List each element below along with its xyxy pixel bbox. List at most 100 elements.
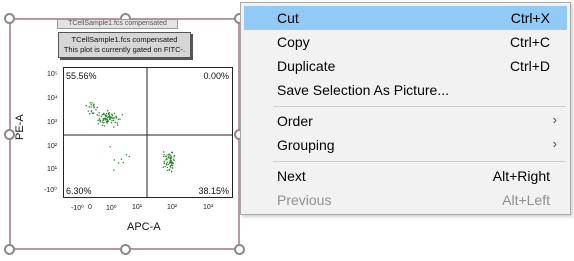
event-dot bbox=[104, 115, 107, 117]
event-dot bbox=[96, 114, 98, 116]
event-dot bbox=[97, 119, 99, 121]
notice-line-2: This plot is currently gated on FITC-. bbox=[63, 45, 186, 54]
menu-item-shortcut: Ctrl+X bbox=[510, 10, 550, 26]
event-dot bbox=[111, 119, 113, 122]
event-dot bbox=[165, 163, 168, 165]
event-dot bbox=[168, 169, 171, 171]
x-tick: 10² bbox=[167, 204, 178, 211]
event-dot bbox=[107, 110, 109, 112]
event-dot bbox=[106, 118, 108, 120]
event-dot bbox=[98, 112, 100, 114]
event-dot bbox=[166, 166, 169, 168]
event-dot bbox=[100, 115, 103, 118]
event-dot bbox=[89, 102, 91, 104]
event-dot bbox=[85, 105, 87, 107]
menu-item-shortcut: Ctrl+D bbox=[509, 58, 550, 74]
x-tick: 0 bbox=[88, 204, 92, 211]
event-dot bbox=[108, 115, 110, 117]
event-dot bbox=[173, 156, 175, 158]
event-dot bbox=[163, 160, 165, 162]
menu-item-label: Copy bbox=[277, 34, 310, 50]
event-dot bbox=[169, 165, 171, 167]
event-dot bbox=[92, 112, 94, 114]
event-dot bbox=[92, 104, 95, 106]
event-dot bbox=[173, 155, 175, 157]
event-dot bbox=[96, 106, 98, 109]
event-dot bbox=[115, 117, 118, 119]
menu-item-copy[interactable]: Copy Ctrl+C bbox=[244, 30, 567, 54]
event-dot bbox=[172, 165, 174, 167]
resize-handle-top-left[interactable] bbox=[4, 13, 15, 24]
plot-header-text: TCellSample1.fcs compensated bbox=[57, 19, 178, 29]
menu-item-next[interactable]: Next Alt+Right bbox=[244, 164, 567, 188]
event-dot bbox=[128, 155, 131, 158]
event-dot bbox=[91, 102, 93, 104]
y-tick: 10¹ bbox=[47, 166, 58, 173]
event-dot bbox=[108, 113, 110, 115]
menu-item-grouping[interactable]: Grouping › bbox=[244, 133, 567, 157]
event-dot bbox=[171, 171, 173, 173]
event-dot bbox=[170, 167, 172, 169]
y-axis-title: PE-A bbox=[14, 114, 26, 140]
notice-line-1: TCellSample1.fcs compensated bbox=[71, 35, 178, 44]
event-dot bbox=[98, 114, 100, 117]
event-dot bbox=[106, 122, 108, 124]
event-dot bbox=[110, 121, 113, 124]
resize-handle-bottom-right[interactable] bbox=[234, 244, 245, 255]
chevron-right-icon: › bbox=[552, 136, 557, 151]
event-dot bbox=[111, 113, 113, 115]
event-dot bbox=[109, 117, 111, 120]
event-dot bbox=[167, 154, 169, 156]
event-dot bbox=[169, 154, 171, 156]
event-dot bbox=[103, 122, 105, 124]
menu-item-save-selection-as-picture[interactable]: Save Selection As Picture... bbox=[244, 78, 567, 102]
event-dot bbox=[166, 161, 169, 163]
menu-item-duplicate[interactable]: Duplicate Ctrl+D bbox=[244, 54, 567, 78]
event-dot bbox=[88, 106, 90, 108]
event-dot bbox=[90, 104, 92, 106]
menu-item-cut[interactable]: Cut Ctrl+X bbox=[244, 6, 567, 30]
event-dot bbox=[101, 124, 104, 126]
event-dot bbox=[99, 121, 101, 123]
event-dot bbox=[89, 113, 91, 115]
event-dot bbox=[106, 112, 108, 115]
event-dot bbox=[111, 114, 114, 117]
quadrant-upper-left-percent: 55.56% bbox=[66, 71, 97, 81]
event-dot bbox=[113, 159, 115, 161]
menu-item-label: Grouping bbox=[277, 137, 335, 153]
event-dot bbox=[90, 106, 92, 108]
resize-handle-bottom-left[interactable] bbox=[4, 244, 15, 255]
event-dot bbox=[112, 119, 115, 122]
quadrant-dot-plot[interactable]: 55.56% 0.00% 6.30% 38.15% bbox=[63, 67, 233, 198]
event-dot bbox=[113, 112, 115, 114]
menu-separator bbox=[273, 161, 566, 162]
menu-item-shortcut: Ctrl+C bbox=[509, 34, 550, 50]
event-dot bbox=[113, 126, 115, 128]
event-dot bbox=[167, 156, 169, 158]
y-tick: 10² bbox=[47, 143, 58, 150]
event-dot bbox=[163, 155, 165, 158]
menu-item-label: Duplicate bbox=[277, 58, 336, 74]
event-dot bbox=[121, 114, 123, 116]
event-dot bbox=[172, 167, 174, 169]
chevron-right-icon: › bbox=[552, 112, 557, 127]
event-dot bbox=[101, 121, 103, 123]
x-axis-title: APC-A bbox=[127, 221, 161, 233]
event-dot bbox=[117, 124, 119, 126]
event-dot bbox=[115, 115, 117, 117]
event-dot bbox=[164, 165, 166, 168]
event-dot bbox=[97, 123, 99, 125]
event-dot bbox=[113, 117, 115, 119]
event-dot bbox=[95, 109, 97, 111]
resize-handle-bottom-center[interactable] bbox=[120, 244, 131, 255]
quadrant-lower-left-percent: 6.30% bbox=[66, 186, 92, 196]
event-dot bbox=[171, 152, 174, 154]
event-dot bbox=[125, 154, 127, 156]
menu-item-shortcut: Alt+Right bbox=[492, 168, 550, 184]
event-dot bbox=[170, 157, 172, 160]
event-dot bbox=[90, 110, 93, 112]
event-dot bbox=[169, 161, 171, 163]
menu-item-label: Order bbox=[277, 113, 313, 129]
menu-item-order[interactable]: Order › bbox=[244, 109, 567, 133]
y-tick: 10³ bbox=[47, 119, 58, 126]
